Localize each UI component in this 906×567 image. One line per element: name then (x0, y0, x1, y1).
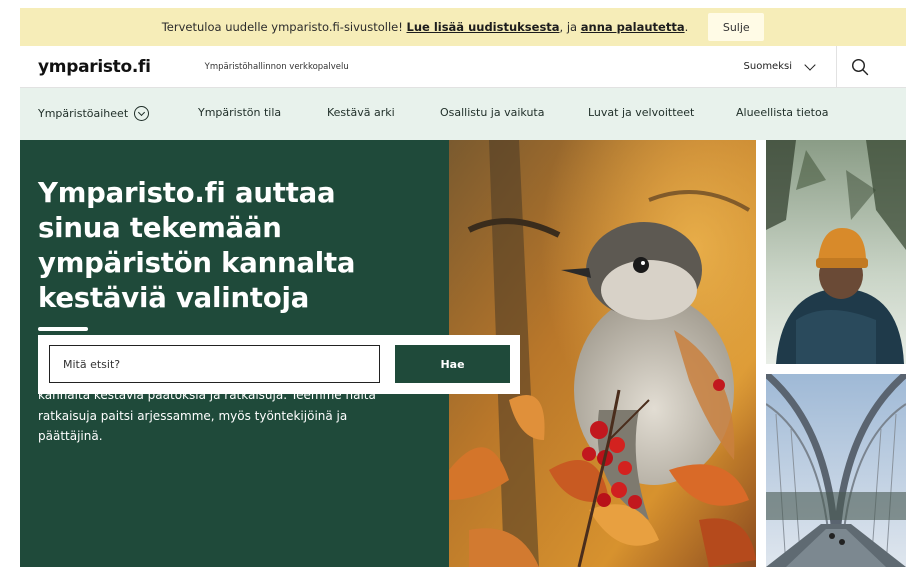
nav-item-label: Alueellista tietoa (736, 106, 829, 119)
nav-item-kestava-arki[interactable]: Kestävä arki (327, 106, 395, 119)
nav-item-label: Ympäristöaiheet (38, 107, 129, 120)
banner-close-button[interactable]: Sulje (708, 13, 765, 41)
hero-search-button[interactable]: Hae (395, 345, 510, 383)
language-selector[interactable]: Suomeksi (743, 58, 816, 72)
main-navigation: Ympäristöaiheet Ympäristön tila Kestävä … (20, 88, 906, 140)
banner-middle-text: , ja (559, 20, 578, 34)
site-logo[interactable]: ymparisto.fi (38, 57, 151, 77)
chevron-circle-icon (134, 106, 150, 121)
language-label: Suomeksi (743, 61, 792, 72)
nav-item-osallistu[interactable]: Osallistu ja vaikuta (440, 106, 544, 119)
nav-item-label: Kestävä arki (327, 106, 395, 119)
image-person-forest (766, 140, 906, 364)
image-bridge (766, 374, 906, 567)
nav-item-alueellista[interactable]: Alueellista tietoa (736, 106, 828, 119)
nav-item-ympariston-tila[interactable]: Ympäristön tila (198, 106, 281, 119)
hero-title: Ymparisto.fi auttaa sinua tekemään ympär… (38, 177, 356, 314)
announcement-banner: Tervetuloa uudelle ymparisto.fi-sivustol… (20, 8, 906, 46)
nav-item-luvat[interactable]: Luvat ja velvoitteet (588, 106, 694, 119)
banner-link-feedback[interactable]: anna palautetta (581, 20, 685, 34)
banner-end-text: . (684, 20, 689, 34)
hero-search-input[interactable]: Mitä etsit? (49, 345, 380, 383)
banner-text: Tervetuloa uudelle ymparisto.fi-sivustol… (161, 20, 403, 34)
site-tagline: Ympäristöhallinnon verkkopalvelu (204, 61, 349, 72)
nav-item-label: Luvat ja velvoitteet (588, 106, 695, 119)
banner-link-read-more[interactable]: Lue lisää uudistuksesta (407, 20, 560, 34)
site-header: ymparisto.fi Ympäristöhallinnon verkkopa… (20, 45, 906, 88)
chevron-down-icon (804, 58, 816, 71)
search-icon (851, 58, 868, 75)
nav-item-label: Osallistu ja vaikuta (440, 106, 545, 119)
nav-item-label: Ympäristön tila (198, 106, 282, 119)
hero-divider (38, 327, 88, 331)
search-button[interactable] (836, 45, 882, 88)
page: Tervetuloa uudelle ymparisto.fi-sivustol… (20, 0, 906, 567)
hero-search-form: Mitä etsit? Hae (38, 335, 520, 394)
nav-item-ymparistoaiheet[interactable]: Ympäristöaiheet (38, 106, 150, 121)
